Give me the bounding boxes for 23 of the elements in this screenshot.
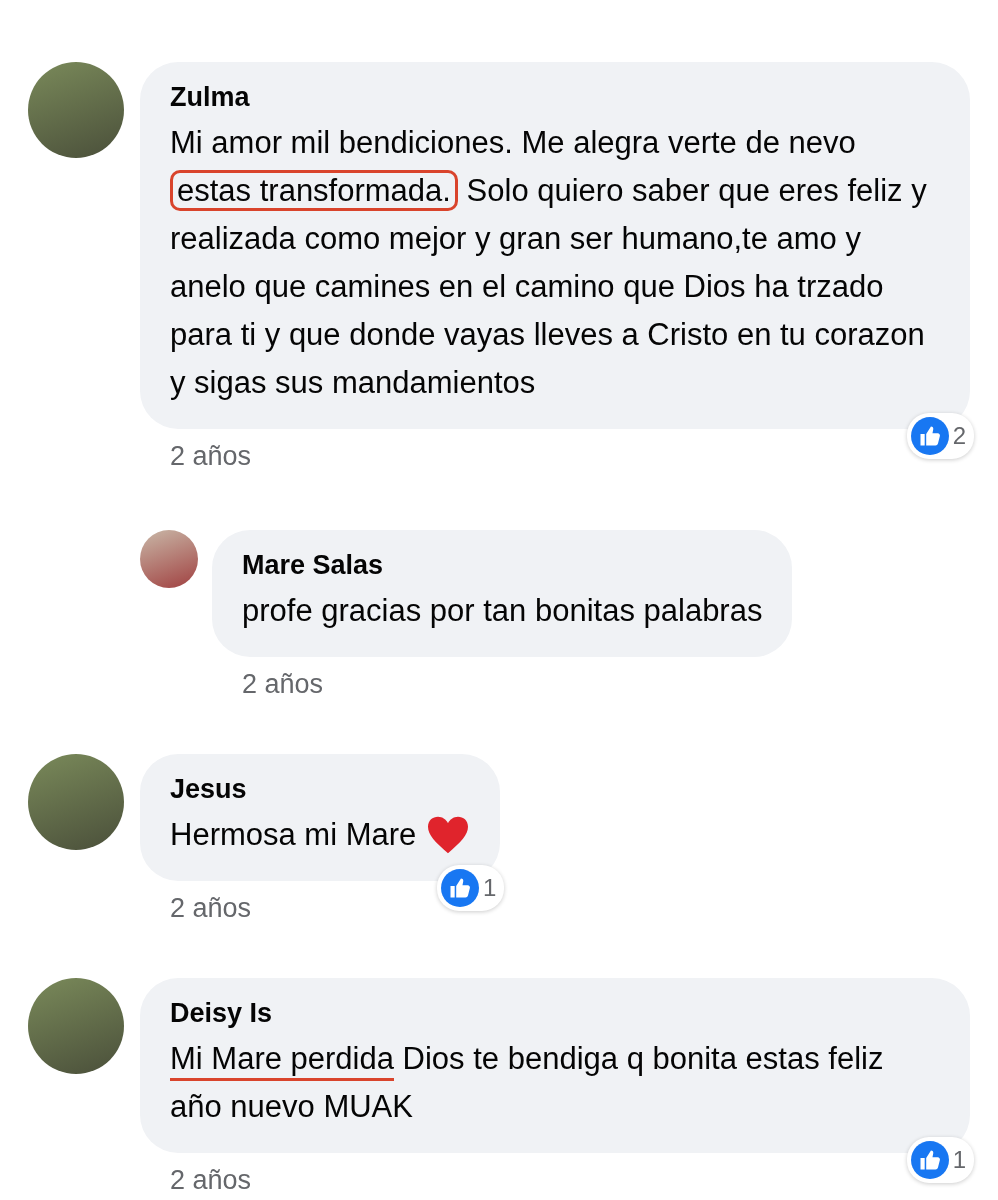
author-name[interactable]: Deisy Is (170, 998, 940, 1029)
like-reaction-badge[interactable]: 1 (906, 1137, 974, 1183)
comment-text: Mi Mare perdida Dios te bendiga q bonita estas feliz año nuevo MUAK (170, 1040, 885, 1126)
comment-time[interactable]: 2 años (140, 1165, 252, 1196)
comment-time[interactable]: 2 años (212, 669, 324, 700)
like-count: 1 (482, 874, 497, 902)
thumbs-up-icon (910, 1141, 949, 1179)
author-name[interactable]: Zulma (170, 82, 940, 113)
heart-icon (426, 815, 471, 855)
comment-time[interactable]: 2 años (140, 893, 252, 924)
author-name[interactable]: Jesus (170, 774, 471, 805)
comment-text: profe gracias por tan bonitas palabras (242, 592, 763, 630)
like-reaction-badge[interactable]: 2 (906, 413, 974, 459)
comment-text: Mi amor mil bendiciones. Me alegra verte de nevo estas transformada. Solo quiero saber que eres feliz y realizada como mejor y gran ser humano,te amo y anelo que camines en el camino que Dios ha trzado para ti y que donde vayas lleves a Cristo en tu corazon y sigas sus mandamientos (170, 124, 928, 402)
comment-time[interactable]: 2 años (140, 441, 252, 472)
comment-text: Hermosa mi Mare (170, 816, 417, 854)
like-count: 1 (952, 1146, 966, 1174)
avatar-photo-placeholder[interactable] (140, 530, 198, 588)
like-count: 2 (952, 422, 966, 450)
thumbs-up-icon (440, 869, 479, 907)
like-reaction-badge[interactable]: 1 (436, 865, 505, 911)
thumbs-up-icon (910, 417, 949, 455)
author-name[interactable]: Mare Salas (242, 550, 763, 581)
